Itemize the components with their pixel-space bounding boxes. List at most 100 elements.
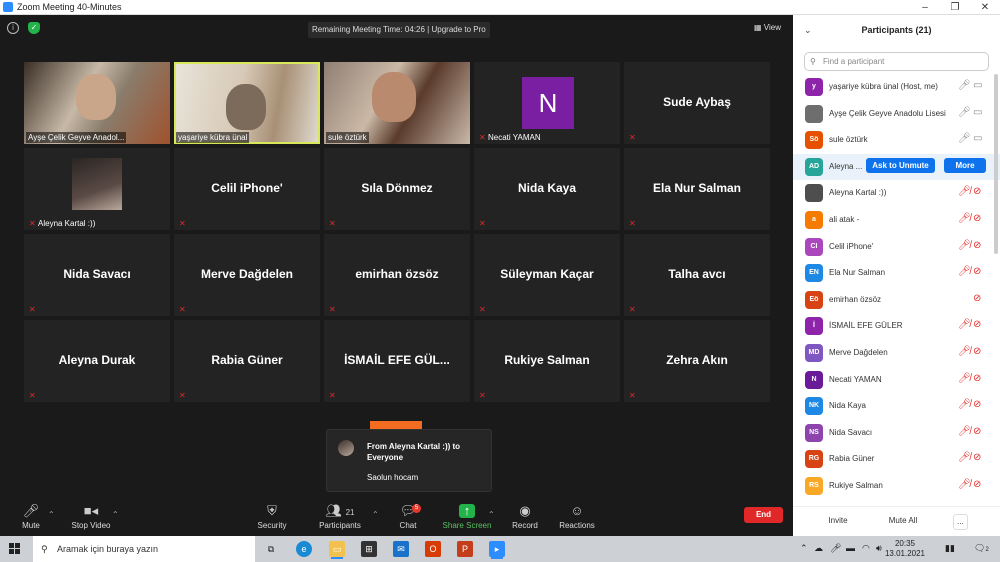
participant-row[interactable]: Ayşe Çelik Geyve Anadolu Lisesi 🎤︎ ▭ — [793, 101, 1000, 128]
video-tile[interactable]: Ayşe Çelik Geyve Anadol... — [24, 62, 170, 144]
task-view-icon[interactable]: ⧉ — [263, 541, 279, 557]
video-tile[interactable]: Merve Dağdelen ✕ — [174, 234, 320, 316]
video-off-icon[interactable]: ⊘ — [973, 453, 981, 463]
taskbar-search-box[interactable]: ⚲ Aramak için buraya yazın — [33, 536, 255, 562]
microphone-tray-icon[interactable]: 🎤︎ — [830, 543, 841, 554]
participant-row[interactable]: Aleyna Kartal :)) 🎤︎̸ ⊘ — [793, 180, 1000, 207]
video-tile[interactable]: Celil iPhone' ✕ — [174, 148, 320, 230]
office-icon[interactable]: O — [425, 541, 441, 557]
participant-row[interactable]: NS Nida Savacı 🎤︎̸ ⊘ — [793, 420, 1000, 447]
muted-mic-icon[interactable]: 🎤︎̸ — [958, 373, 971, 384]
video-tile[interactable]: Nida Savacı ✕ — [24, 234, 170, 316]
taskbar-clock[interactable]: 20:35 13.01.2021 — [882, 539, 928, 559]
participant-row[interactable]: RG Rabia Güner 🎤︎̸ ⊘ — [793, 446, 1000, 473]
muted-mic-icon[interactable]: 🎤︎̸ — [958, 453, 971, 463]
video-tile[interactable]: Sıla Dönmez ✕ — [324, 148, 470, 230]
video-off-icon[interactable]: ⊘ — [973, 293, 981, 304]
encryption-shield-icon[interactable]: ✓ — [28, 22, 40, 34]
file-explorer-icon[interactable]: ▭ — [329, 541, 345, 557]
reactions-button[interactable]: ☺ Reactions — [542, 504, 612, 531]
muted-mic-icon[interactable]: 🎤︎̸ — [958, 426, 971, 437]
video-tile[interactable]: Sude Aybaş ✕ — [624, 62, 770, 144]
audio-options-chevron-icon[interactable]: ⌃ — [48, 510, 55, 519]
mic-icon[interactable]: 🎤︎ — [958, 107, 971, 118]
close-icon[interactable]: ✕ — [970, 2, 1000, 13]
video-icon[interactable]: ▭ — [973, 134, 982, 144]
muted-mic-icon[interactable]: 🎤︎̸ — [958, 346, 971, 357]
invite-button[interactable]: Invite — [825, 514, 851, 530]
video-tile[interactable]: Zehra Akın ✕ — [624, 320, 770, 402]
participants-button[interactable]: 👥︎ 21 Participants — [305, 504, 375, 531]
video-tile[interactable]: Talha avcı ✕ — [624, 234, 770, 316]
video-off-icon[interactable]: ⊘ — [973, 426, 981, 437]
video-tile[interactable]: Rukiye Salman ✕ — [474, 320, 620, 402]
muted-mic-icon[interactable]: 🎤︎̸ — [958, 213, 971, 224]
minimize-icon[interactable]: – — [910, 2, 940, 13]
maximize-icon[interactable]: ❐ — [940, 2, 970, 13]
edge-browser-icon[interactable]: e — [296, 541, 312, 557]
battery-icon[interactable]: ▬ — [846, 543, 855, 553]
video-off-icon[interactable]: ⊘ — [973, 267, 981, 277]
video-tile[interactable]: Süleyman Kaçar ✕ — [474, 234, 620, 316]
video-tile[interactable]: N Necati YAMAN ✕ — [474, 62, 620, 144]
info-icon[interactable]: i — [7, 22, 19, 34]
video-off-icon[interactable]: ⊘ — [973, 373, 981, 384]
remaining-time-banner[interactable]: Remaining Meeting Time: 04:26 | Upgrade … — [308, 22, 490, 38]
video-tile-active-speaker[interactable]: yaşariye kübra ünal — [174, 62, 320, 144]
muted-mic-icon[interactable]: 🎤︎̸ — [958, 267, 971, 277]
onedrive-cloud-icon[interactable]: ☁ — [814, 543, 823, 554]
participant-row[interactable]: MD Merve Dağdelen 🎤︎̸ ⊘ — [793, 340, 1000, 367]
volume-icon[interactable]: 🔊︎ — [876, 543, 882, 554]
video-icon[interactable]: ▭ — [973, 81, 982, 91]
video-tile[interactable]: Nida Kaya ✕ — [474, 148, 620, 230]
chat-notification-popup[interactable]: From Aleyna Kartal :)) to Everyone Saolu… — [326, 429, 492, 492]
mute-all-button[interactable]: Mute All — [885, 514, 921, 530]
participant-list-scrollbar[interactable] — [994, 74, 998, 254]
participant-row[interactable]: AD Aleyna ... Ask to Unmute More — [793, 153, 1000, 181]
participant-row[interactable]: İ İSMAİL EFE GÜLER 🎤︎̸ ⊘ — [793, 313, 1000, 340]
store-icon[interactable]: ⊞ — [361, 541, 377, 557]
video-tile[interactable]: emirhan özsöz ✕ — [324, 234, 470, 316]
language-icon[interactable]: ▮▮ — [945, 543, 955, 554]
video-tile[interactable]: Aleyna Kartal :)) ✕ — [24, 148, 170, 230]
participant-row[interactable]: y yaşariye kübra ünal (Host, me) 🎤︎ ▭ — [793, 74, 1000, 101]
video-icon[interactable]: ▭ — [973, 107, 982, 118]
muted-mic-icon[interactable]: 🎤︎̸ — [958, 240, 971, 251]
end-meeting-button[interactable]: End — [744, 507, 783, 523]
video-tile[interactable]: Ela Nur Salman ✕ — [624, 148, 770, 230]
mic-icon[interactable]: 🎤︎ — [958, 134, 971, 144]
video-off-icon[interactable]: ⊘ — [973, 240, 981, 251]
video-off-icon[interactable]: ⊘ — [973, 320, 981, 330]
participant-row[interactable]: Eö emirhan özsöz ⊘ — [793, 287, 1000, 314]
muted-mic-icon[interactable]: 🎤︎̸ — [958, 320, 971, 330]
security-button[interactable]: ⛨ Security — [237, 504, 307, 531]
muted-mic-icon[interactable]: 🎤︎̸ — [958, 479, 971, 490]
participant-more-button[interactable]: More — [944, 157, 986, 173]
notification-center-icon[interactable]: 🗨︎2 — [974, 543, 989, 554]
tray-chevron-icon[interactable]: ⌃ — [800, 543, 808, 554]
video-off-icon[interactable]: ⊘ — [973, 479, 981, 490]
video-tile[interactable]: sule öztürk — [324, 62, 470, 144]
muted-mic-icon[interactable]: 🎤︎̸ — [958, 400, 971, 410]
participant-row[interactable]: CI Celil iPhone' 🎤︎̸ ⊘ — [793, 234, 1000, 261]
participant-search-input[interactable]: ⚲ Find a participant — [804, 52, 989, 71]
ask-to-unmute-button[interactable]: Ask to Unmute — [866, 157, 935, 173]
video-off-icon[interactable]: ⊘ — [973, 400, 981, 410]
video-options-chevron-icon[interactable]: ⌃ — [112, 510, 119, 519]
video-off-icon[interactable]: ⊘ — [973, 213, 981, 224]
mail-icon[interactable]: ✉ — [393, 541, 409, 557]
zoom-app-icon[interactable]: ▸ — [489, 541, 505, 557]
participant-row[interactable]: EN Ela Nur Salman 🎤︎̸ ⊘ — [793, 260, 1000, 287]
participant-row[interactable]: RS Rukiye Salman 🎤︎̸ ⊘ — [793, 473, 1000, 500]
participant-row[interactable]: Sö sule öztürk 🎤︎ ▭ — [793, 127, 1000, 154]
participant-row[interactable]: N Necati YAMAN 🎤︎̸ ⊘ — [793, 367, 1000, 394]
participant-row[interactable]: NK Nida Kaya 🎤︎̸ ⊘ — [793, 393, 1000, 420]
wifi-icon[interactable]: ◠ — [862, 543, 870, 554]
participant-row[interactable]: a ali atak - 🎤︎̸ ⊘ — [793, 207, 1000, 234]
video-tile[interactable]: Rabia Güner ✕ — [174, 320, 320, 402]
video-off-icon[interactable]: ⊘ — [973, 187, 981, 197]
video-tile[interactable]: İSMAİL EFE GÜL... ✕ — [324, 320, 470, 402]
video-off-icon[interactable]: ⊘ — [973, 346, 981, 357]
video-tile[interactable]: Aleyna Durak ✕ — [24, 320, 170, 402]
powerpoint-icon[interactable]: P — [457, 541, 473, 557]
